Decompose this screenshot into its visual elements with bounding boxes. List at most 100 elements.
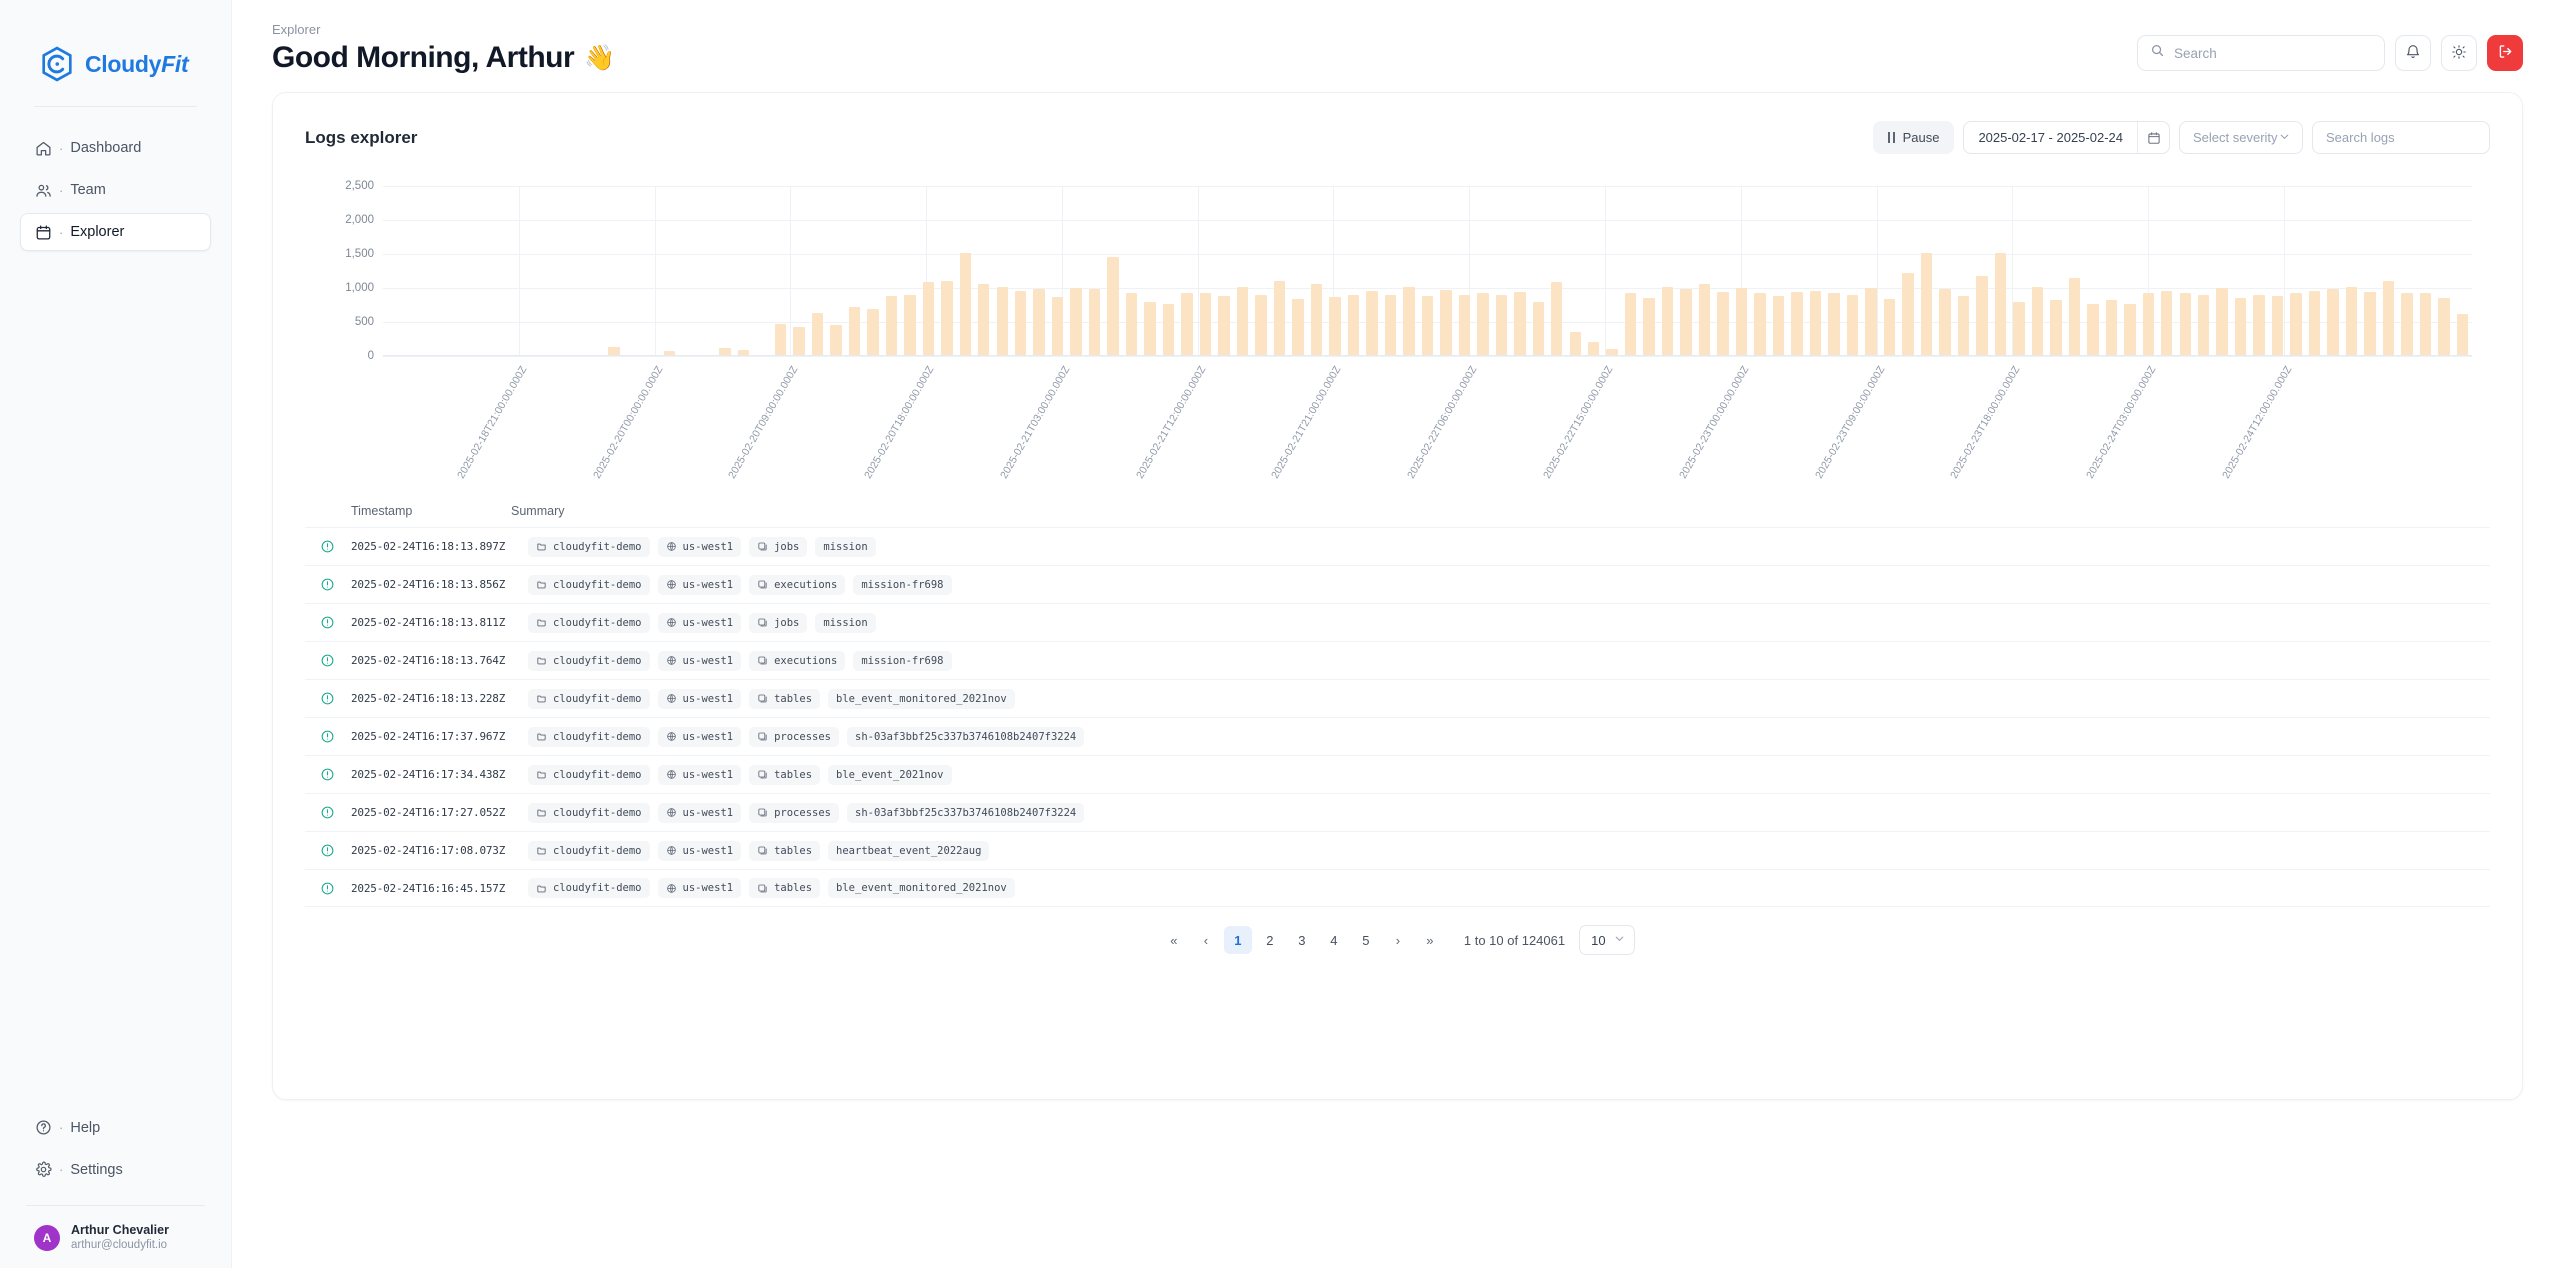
chart-bar[interactable]: [1551, 282, 1562, 356]
chart-bar[interactable]: [978, 284, 989, 356]
chart-bar-slot[interactable]: [679, 186, 697, 356]
chart-bar[interactable]: [1902, 273, 1913, 356]
chart-bar-slot[interactable]: [1658, 186, 1676, 356]
chart-bar[interactable]: [1496, 295, 1507, 356]
chart-bar-slot[interactable]: [1437, 186, 1455, 356]
chart-bar-slot[interactable]: [1695, 186, 1713, 356]
chart-bar-slot[interactable]: [1991, 186, 2009, 356]
chart-bar-slot[interactable]: [623, 186, 641, 356]
chart-bar-slot[interactable]: [1621, 186, 1639, 356]
chart-bar[interactable]: [2198, 295, 2209, 356]
chip-region[interactable]: us-west1: [658, 689, 742, 709]
chart-bar-slot[interactable]: [2139, 186, 2157, 356]
chart-bar-slot[interactable]: [1917, 186, 1935, 356]
chip-detail[interactable]: mission: [815, 613, 875, 633]
chart-bar-slot[interactable]: [1141, 186, 1159, 356]
chart-bar-slot[interactable]: [660, 186, 678, 356]
chip-resource[interactable]: jobs: [749, 613, 807, 633]
table-row[interactable]: 2025-02-24T16:18:13.856Zcloudyfit-demous…: [305, 565, 2490, 603]
chart-bar[interactable]: [1366, 291, 1377, 356]
chart-bar-slot[interactable]: [1196, 186, 1214, 356]
chart-bar[interactable]: [2069, 278, 2080, 356]
chart-bar-slot[interactable]: [1418, 186, 1436, 356]
global-search[interactable]: [2137, 35, 2385, 71]
chart-bar[interactable]: [1459, 295, 1470, 356]
chart-bar-slot[interactable]: [568, 186, 586, 356]
chart-bar[interactable]: [960, 253, 971, 356]
pagination-next[interactable]: ›: [1384, 926, 1412, 954]
chip-region[interactable]: us-west1: [658, 803, 742, 823]
chart-bar[interactable]: [1625, 293, 1636, 356]
chart-bar[interactable]: [1791, 292, 1802, 356]
chart-bar-slot[interactable]: [1843, 186, 1861, 356]
chart-bar-slot[interactable]: [1067, 186, 1085, 356]
chip-detail[interactable]: ble_event_monitored_2021nov: [828, 878, 1015, 898]
chart-bar[interactable]: [1163, 304, 1174, 356]
chip-resource[interactable]: tables: [749, 765, 820, 785]
sidebar-item-team[interactable]: · Team: [20, 171, 211, 209]
chart-bar-slot[interactable]: [1159, 186, 1177, 356]
chip-project[interactable]: cloudyfit-demo: [528, 765, 650, 785]
chart-bar-slot[interactable]: [438, 186, 456, 356]
chart-bar[interactable]: [2235, 298, 2246, 356]
chart-bar[interactable]: [2124, 304, 2135, 356]
chart-bar-slot[interactable]: [1085, 186, 1103, 356]
chart-bar[interactable]: [923, 282, 934, 356]
chart-bar-slot[interactable]: [2250, 186, 2268, 356]
chart-bar[interactable]: [1533, 302, 1544, 356]
table-row[interactable]: 2025-02-24T16:17:34.438Zcloudyfit-demous…: [305, 755, 2490, 793]
chart-bar[interactable]: [904, 295, 915, 356]
chip-region[interactable]: us-west1: [658, 841, 742, 861]
search-logs-input[interactable]: [2312, 121, 2490, 154]
chip-detail[interactable]: sh-03af3bbf25c337b3746108b2407f3224: [847, 727, 1084, 747]
chart-bar-slot[interactable]: [1584, 186, 1602, 356]
chip-resource[interactable]: processes: [749, 803, 839, 823]
chart-bar[interactable]: [1329, 297, 1340, 356]
chart-bar-slot[interactable]: [1862, 186, 1880, 356]
pagination-last[interactable]: »: [1416, 926, 1444, 954]
chart-bar[interactable]: [1070, 288, 1081, 356]
chip-detail[interactable]: mission-fr698: [853, 651, 951, 671]
chart-bar-slot[interactable]: [1233, 186, 1251, 356]
chip-project[interactable]: cloudyfit-demo: [528, 575, 650, 595]
table-row[interactable]: 2025-02-24T16:17:27.052Zcloudyfit-demous…: [305, 793, 2490, 831]
chip-region[interactable]: us-west1: [658, 613, 742, 633]
chart-bar-slot[interactable]: [1548, 186, 1566, 356]
chart-bar[interactable]: [1699, 284, 1710, 356]
pagination-page-3[interactable]: 3: [1288, 926, 1316, 954]
chart-bar-slot[interactable]: [790, 186, 808, 356]
chart-bar-slot[interactable]: [2158, 186, 2176, 356]
chart-bar[interactable]: [1865, 288, 1876, 356]
pagination-page-4[interactable]: 4: [1320, 926, 1348, 954]
chart-bar[interactable]: [1828, 293, 1839, 356]
chart-bar[interactable]: [1237, 287, 1248, 356]
chart-bar-slot[interactable]: [1714, 186, 1732, 356]
chip-project[interactable]: cloudyfit-demo: [528, 651, 650, 671]
chip-project[interactable]: cloudyfit-demo: [528, 878, 650, 898]
pause-button[interactable]: Pause: [1873, 121, 1954, 154]
chart-bar-slot[interactable]: [1048, 186, 1066, 356]
calendar-icon[interactable]: [2137, 122, 2169, 153]
chart-bar-slot[interactable]: [1307, 186, 1325, 356]
chart-bar-slot[interactable]: [586, 186, 604, 356]
table-row[interactable]: 2025-02-24T16:17:08.073Zcloudyfit-demous…: [305, 831, 2490, 869]
chart-bar-slot[interactable]: [1677, 186, 1695, 356]
chart-bar[interactable]: [1570, 332, 1581, 356]
chart-bar-slot[interactable]: [420, 186, 438, 356]
chart-bar[interactable]: [1403, 287, 1414, 356]
chart-bar[interactable]: [812, 313, 823, 356]
severity-select[interactable]: Select severity: [2179, 121, 2303, 154]
chip-detail[interactable]: heartbeat_event_2022aug: [828, 841, 989, 861]
chip-resource[interactable]: tables: [749, 878, 820, 898]
chart-bar[interactable]: [2087, 304, 2098, 356]
chart-bar-slot[interactable]: [901, 186, 919, 356]
sidebar-item-dashboard[interactable]: · Dashboard: [20, 129, 211, 167]
chart-bar[interactable]: [2272, 296, 2283, 356]
chart-bar[interactable]: [1662, 287, 1673, 356]
chart-bar-slot[interactable]: [1732, 186, 1750, 356]
chip-region[interactable]: us-west1: [658, 651, 742, 671]
chip-detail[interactable]: mission-fr698: [853, 575, 951, 595]
chart-bar-slot[interactable]: [2324, 186, 2342, 356]
table-row[interactable]: 2025-02-24T16:18:13.811Zcloudyfit-demous…: [305, 603, 2490, 641]
chart-bar[interactable]: [1810, 291, 1821, 356]
